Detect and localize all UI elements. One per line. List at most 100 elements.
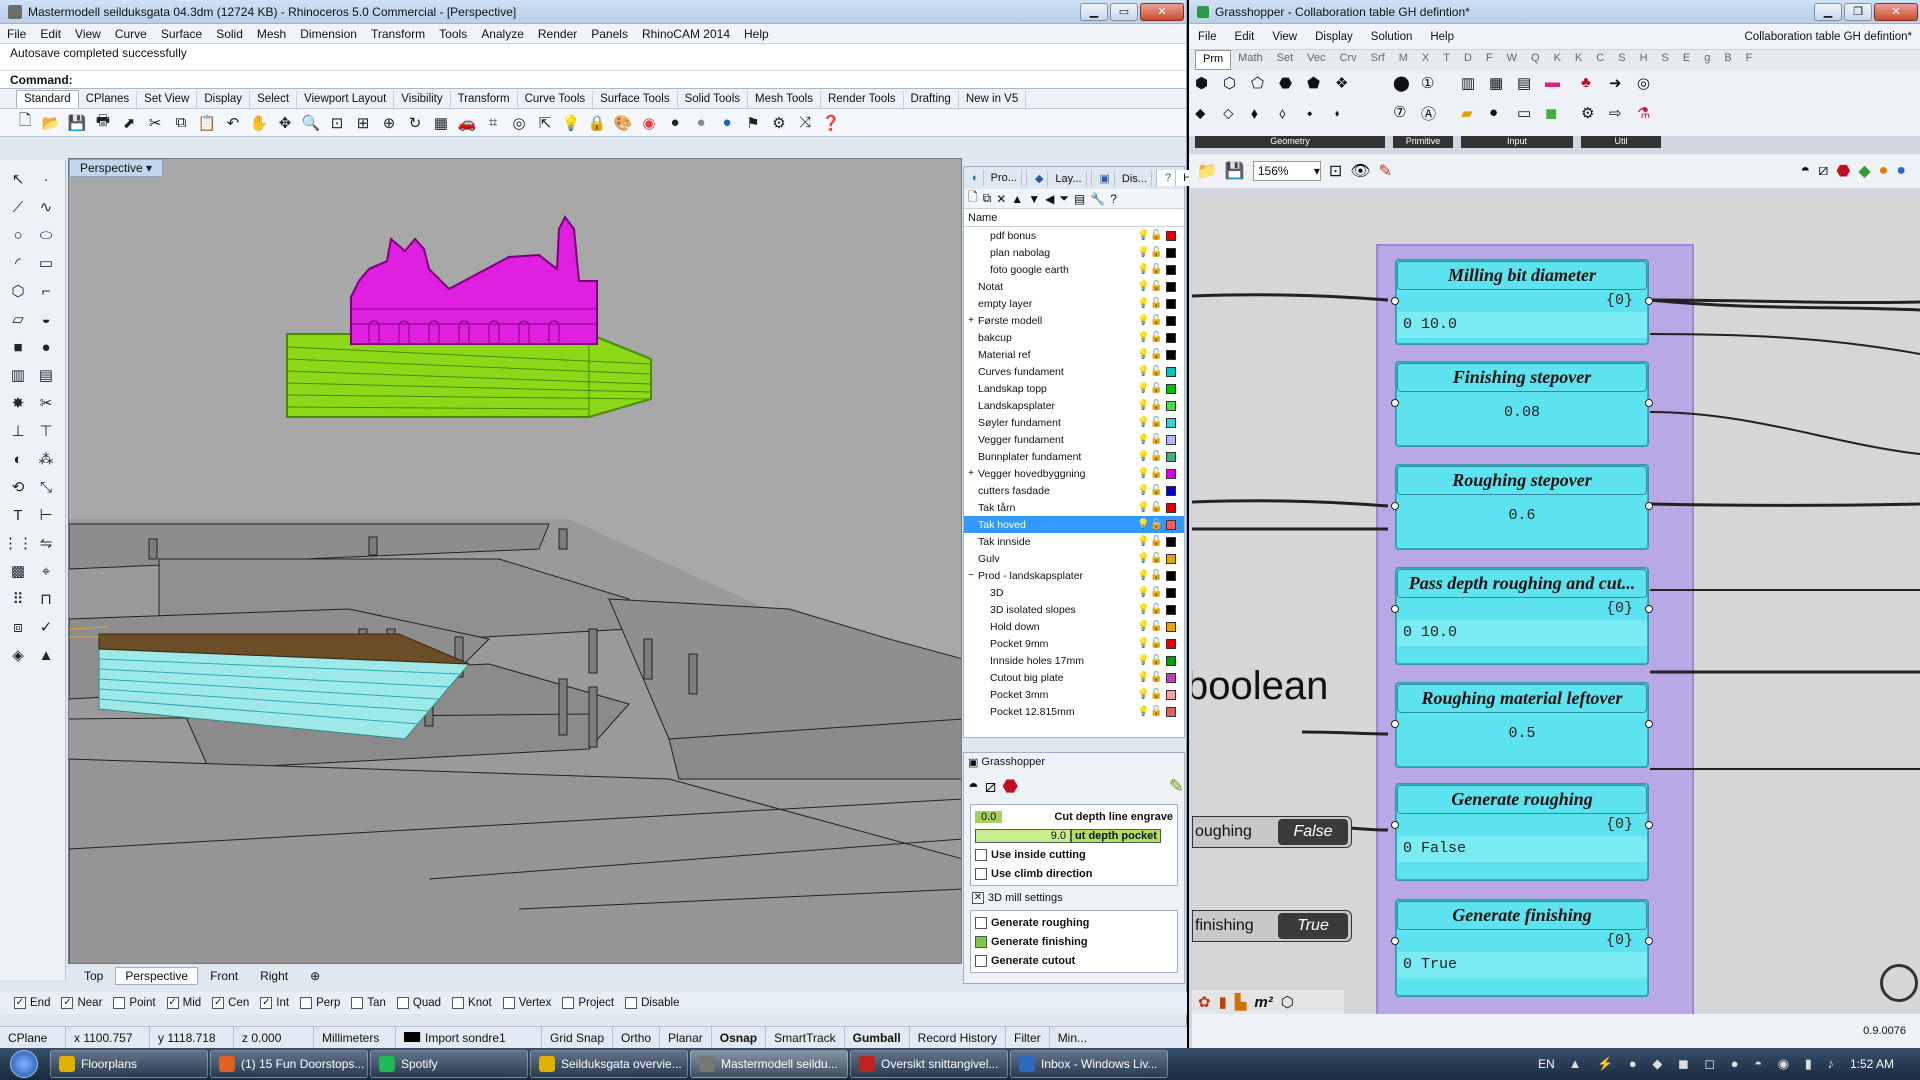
layer-color-swatch[interactable] (1166, 502, 1176, 513)
gh-menu-view[interactable]: View (1263, 31, 1306, 43)
value-list-icon[interactable]: ▤ (1517, 74, 1543, 102)
lock-icon[interactable]: 🔓 (1150, 519, 1163, 530)
layer-row[interactable]: pdf bonus 💡 🔓 (964, 227, 1184, 244)
layer-row[interactable]: empty layer 💡 🔓 (964, 295, 1184, 312)
gh-minimize-button[interactable]: ▁ (1814, 2, 1842, 21)
lock-icon[interactable]: 🔓 (1150, 485, 1163, 496)
bake-icon[interactable]: ✿ (1198, 993, 1211, 1011)
number-param-icon[interactable]: ⑦ (1393, 103, 1419, 133)
toolbar-tab[interactable]: Standard (16, 90, 79, 108)
layer-color-swatch[interactable] (1166, 689, 1176, 700)
panel-tab[interactable]: ▣ Dis... (1092, 169, 1157, 187)
preview-eye-icon[interactable]: 👁 (1350, 161, 1370, 181)
layer-row[interactable]: Notat 💡 🔓 (964, 278, 1184, 295)
layer-indent[interactable]: − (964, 570, 978, 581)
lock-icon[interactable]: 🔓 (1150, 417, 1163, 428)
shaded-sphere-icon[interactable]: ● (664, 112, 686, 134)
lock-icon[interactable]: 🔓 (1150, 264, 1163, 275)
checkbox-icon[interactable] (396, 997, 409, 1009)
gh-close-button[interactable]: ✕ (1874, 2, 1918, 21)
layer-row[interactable]: Innside holes 17mm 💡 🔓 (964, 652, 1184, 669)
layer-color-swatch[interactable] (1166, 366, 1176, 377)
plane-param-icon[interactable]: ⬨ (1279, 105, 1305, 133)
parameter-title[interactable]: Finishing stepover (1397, 363, 1647, 392)
status-ortho[interactable]: Ortho (613, 1026, 661, 1049)
layer-row[interactable]: Material ref 💡 🔓 (964, 346, 1184, 363)
parameter-component[interactable]: Roughing material leftover 0.5 (1391, 683, 1653, 767)
lock-icon[interactable]: 🔓 (1150, 468, 1163, 479)
light-bulb-icon[interactable]: 💡 (1137, 298, 1150, 309)
light-bulb-icon[interactable]: 💡 (1137, 638, 1150, 649)
menu-analyze[interactable]: Analyze (474, 27, 531, 41)
gh-restore-button[interactable]: ❐ (1844, 2, 1872, 21)
light-bulb-icon[interactable]: 💡 (1137, 553, 1150, 564)
compass-icon[interactable] (1880, 964, 1918, 1002)
layer-color-swatch[interactable] (1166, 400, 1176, 411)
parameter-component[interactable]: Roughing stepover 0.6 (1391, 465, 1653, 549)
layer-color-swatch[interactable] (1166, 247, 1176, 258)
toolbar-tab[interactable]: Display (197, 91, 251, 108)
mill-settings-section[interactable]: ✕ 3D mill settings (964, 889, 1184, 907)
lock-icon[interactable]: 🔓 (1150, 655, 1163, 666)
parameter-title[interactable]: Generate finishing (1397, 901, 1647, 930)
status-filter[interactable]: Filter (1006, 1026, 1050, 1049)
osnap-disable[interactable]: Disable (625, 997, 679, 1009)
status-record-history[interactable]: Record History (910, 1026, 1007, 1049)
layer-row[interactable]: Pocket 9mm 💡 🔓 (964, 635, 1184, 652)
light-bulb-icon[interactable]: 💡 (1137, 468, 1150, 479)
checkbox-icon[interactable] (625, 997, 638, 1009)
save-icon[interactable]: 💾 (1225, 161, 1245, 181)
parameter-component[interactable]: Finishing stepover 0.08 (1391, 362, 1653, 446)
layer-color-swatch[interactable] (1166, 587, 1176, 598)
light-bulb-icon[interactable]: 💡 (1137, 315, 1150, 326)
viewport-tab-perspective[interactable]: Perspective (115, 967, 199, 985)
material-icon[interactable]: ◈ (6, 644, 30, 666)
move-view-icon[interactable]: ✥ (274, 112, 296, 134)
gh-tab[interactable]: S (1655, 50, 1676, 70)
lock-icon[interactable]: 🔓 (1150, 434, 1163, 445)
layer-row[interactable]: Landskapsplater 💡 🔓 (964, 397, 1184, 414)
slider-cut-depth-line[interactable]: 0.0 Cut depth line engrave (975, 807, 1173, 826)
layer-row[interactable]: 3D 💡 🔓 (964, 584, 1184, 601)
osnap-end[interactable]: ✓ End (14, 997, 50, 1009)
menu-surface[interactable]: Surface (154, 27, 209, 41)
osnap-vertex[interactable]: Vertex (502, 997, 551, 1009)
gh-canvas[interactable]: boolean oughing False finishing True Millin… (1192, 194, 1920, 1014)
boolean-toggle[interactable]: oughing False (1192, 816, 1352, 848)
jump-icon[interactable]: ⇨ (1609, 104, 1635, 132)
preview-wire-icon[interactable]: ⧄ (1818, 162, 1828, 180)
layer-color-swatch[interactable] (1166, 315, 1176, 326)
lock-icon[interactable]: 🔓 (1150, 366, 1163, 377)
osnap-near[interactable]: ✓ Near (61, 997, 102, 1009)
layer-row[interactable]: Tak innside 💡 🔓 (964, 533, 1184, 550)
new-file-icon[interactable]: 🗋 (14, 112, 36, 134)
menu-mesh[interactable]: Mesh (250, 27, 293, 41)
lock-icon[interactable]: 🔓 (1150, 230, 1163, 241)
lock-icon[interactable]: 🔓 (1150, 349, 1163, 360)
toggle-icon[interactable]: ● (1489, 104, 1515, 132)
light-bulb-icon[interactable]: 💡 (1137, 451, 1150, 462)
viewport-tab-front[interactable]: Front (200, 967, 248, 985)
gh-tab[interactable]: Math (1231, 50, 1269, 70)
layer-color-swatch[interactable] (1166, 638, 1176, 649)
checkbox-icon[interactable] (300, 997, 313, 1009)
status-units[interactable]: Millimeters (314, 1026, 396, 1049)
selected-green-icon[interactable]: ◆ (1858, 161, 1870, 181)
light-bulb-icon[interactable]: 💡 (1137, 230, 1150, 241)
layer-color-swatch[interactable] (1166, 655, 1176, 666)
gh-tab[interactable]: Prm (1195, 50, 1232, 70)
panel-icon[interactable]: ▥ (1461, 74, 1487, 102)
rotate-icon[interactable]: ⟲ (6, 476, 30, 498)
zoom-dropdown[interactable]: 156% ▾ (1252, 161, 1321, 181)
lock-icon[interactable]: 🔓 (1150, 672, 1163, 683)
layer-color-swatch[interactable] (1166, 604, 1176, 615)
taskbar-item[interactable]: Inbox - Windows Liv... (1010, 1050, 1168, 1078)
ribbon-group-label[interactable]: Util (1581, 136, 1661, 148)
delete-layer-icon[interactable]: ✕ (996, 192, 1006, 206)
circle-icon[interactable]: ○ (6, 224, 30, 246)
taskbar-item[interactable]: (1) 15 Fun Doorstops... (210, 1050, 368, 1078)
bookmark-icon[interactable]: ▮ (1219, 993, 1227, 1011)
warning-icon[interactable]: ▲ (34, 644, 58, 666)
status-gumball[interactable]: Gumball (845, 1026, 910, 1049)
light-bulb-icon[interactable]: 💡 (1137, 672, 1150, 683)
